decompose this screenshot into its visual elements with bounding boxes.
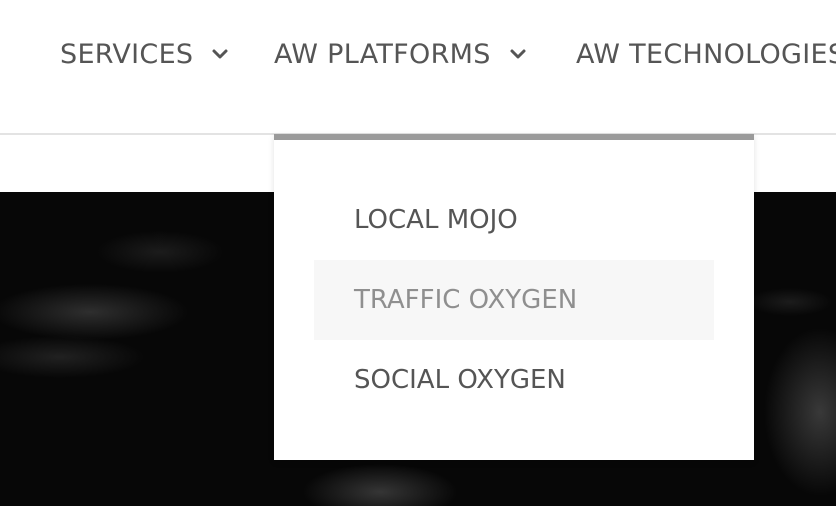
nav-item-label: SERVICES — [60, 38, 194, 70]
nav-item-aw-technologies[interactable]: AW TECHNOLOGIES — [576, 36, 836, 72]
nav-item-label: AW TECHNOLOGIES — [576, 38, 836, 70]
dropdown-item-social-oxygen[interactable]: SOCIAL OXYGEN — [314, 340, 714, 420]
dropdown-item-label: TRAFFIC OXYGEN — [354, 285, 578, 315]
chevron-down-icon — [510, 49, 526, 59]
page: SERVICES AW PLATFORMS AW TECHNOLOGIES LO… — [0, 0, 836, 506]
aw-platforms-dropdown: LOCAL MOJO TRAFFIC OXYGEN SOCIAL OXYGEN — [274, 134, 754, 460]
nav-item-label: AW PLATFORMS — [274, 38, 491, 70]
site-header: SERVICES AW PLATFORMS AW TECHNOLOGIES — [0, 0, 836, 135]
chevron-down-icon — [212, 49, 228, 59]
dropdown-item-label: LOCAL MOJO — [354, 205, 518, 235]
main-nav: SERVICES AW PLATFORMS AW TECHNOLOGIES — [0, 0, 836, 108]
nav-item-aw-platforms[interactable]: AW PLATFORMS — [274, 36, 527, 72]
dropdown-item-label: SOCIAL OXYGEN — [354, 365, 566, 395]
dropdown-item-local-mojo[interactable]: LOCAL MOJO — [314, 180, 714, 260]
nav-item-services[interactable]: SERVICES — [60, 36, 229, 72]
dropdown-item-traffic-oxygen[interactable]: TRAFFIC OXYGEN — [314, 260, 714, 340]
